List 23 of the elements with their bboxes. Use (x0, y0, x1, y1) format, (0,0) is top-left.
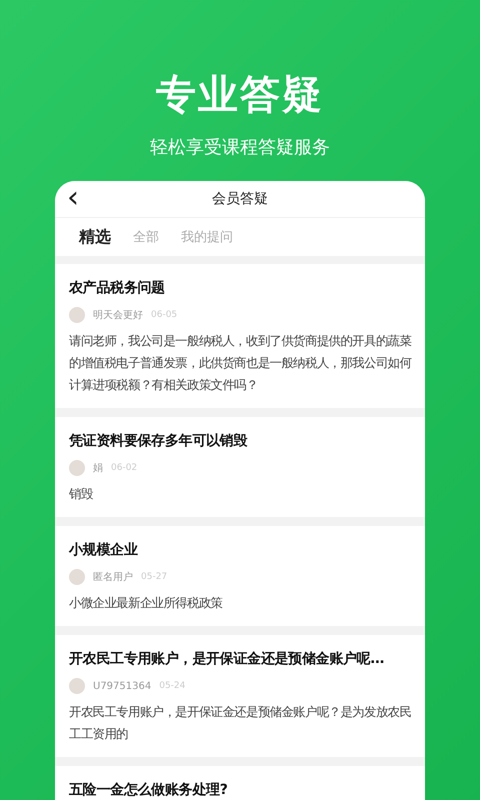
avatar-placeholder (69, 569, 85, 585)
question-text: 小微企业最新企业所得税政策 (69, 595, 224, 612)
question-title: 农产品税务问题 (69, 279, 166, 298)
tab[interactable]: 精选 (73, 224, 117, 250)
back-button[interactable]: ‹ (63, 183, 83, 213)
avatar-placeholder (69, 460, 85, 476)
headline: 专业答疑 (156, 71, 324, 120)
question-text: 销毁 (69, 486, 94, 503)
user-name: 明天会更好 (93, 309, 143, 322)
question-title: 五险一金怎么做账务处理? (69, 781, 229, 800)
subtitle: 轻松享受课程答疑服务 (150, 136, 330, 160)
question-text: 请问老师，我公司是一般纳税人，收到了供货商提供的开具的蔬菜的增值税电子普通发票，此供货商也是一般纳税人，那我公司如何计算进项税额？有相关政策文件吗？ (69, 333, 412, 394)
question-title: 凭证资料要保存多年可以销毁 (69, 432, 248, 451)
question-title: 小规模企业 (69, 541, 139, 560)
question-title: 开农民工专用账户，是开保证金还是预储金账户呢… (69, 650, 386, 669)
question-text: 开农民工专用账户，是开保证金还是预储金账户呢？是为发放农民工工资用的 (69, 704, 412, 743)
avatar-placeholder (69, 307, 85, 323)
user-name: 娟 (93, 462, 103, 475)
screen-title: 会员答疑 (211, 190, 269, 208)
question-card[interactable]: 五险一金怎么做账务处理? (55, 766, 425, 800)
avatar-placeholder (69, 678, 85, 694)
user-name: U79751364 (93, 680, 152, 692)
user-name: 匿名用户 (93, 570, 133, 584)
